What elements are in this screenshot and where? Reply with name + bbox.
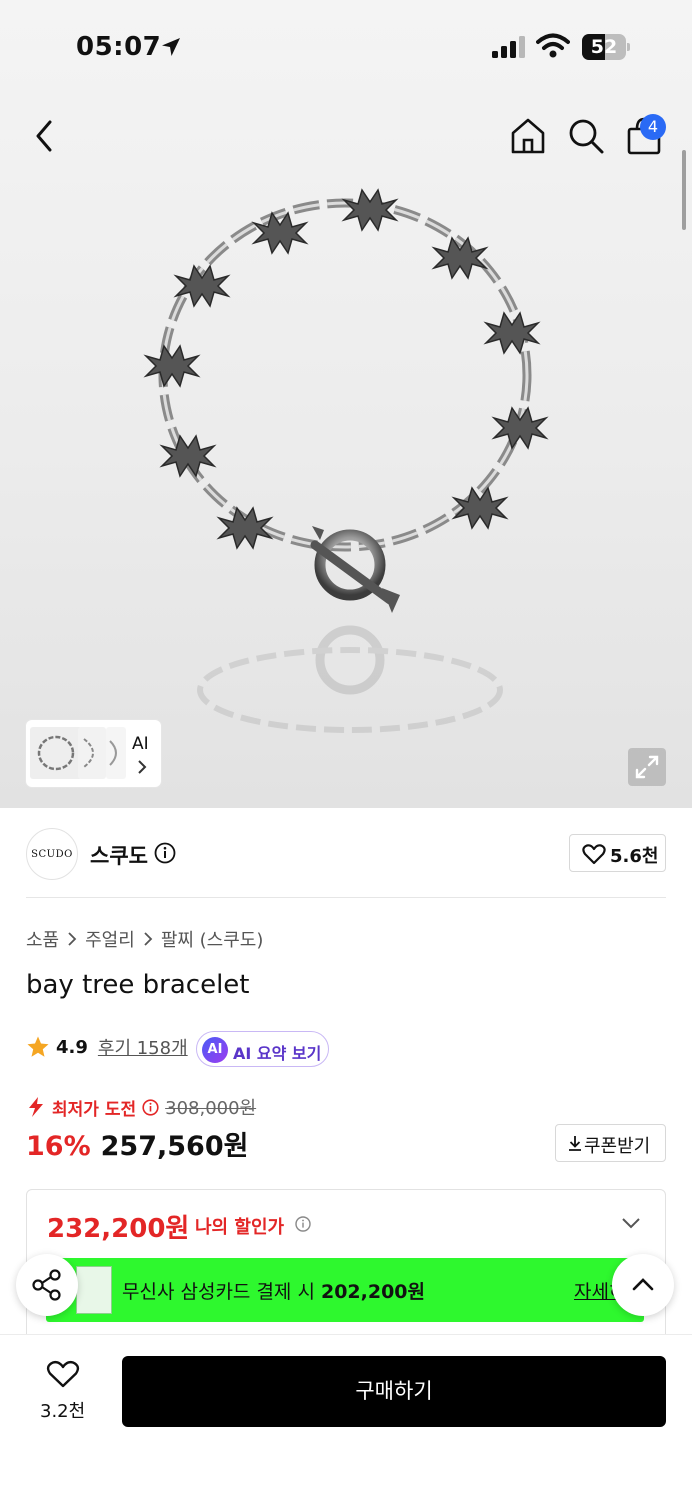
ai-badge-icon: AI [202,1037,228,1063]
original-price: 308,000원 [165,1098,257,1119]
home-icon[interactable] [508,116,548,156]
buy-button[interactable]: 구매하기 [122,1356,666,1427]
product-image-area[interactable]: 05:07 52 4 AI [0,0,692,808]
star-icon [27,1036,49,1057]
lowest-price-challenge: 최저가 도전 308,000원 [26,1094,256,1120]
share-button[interactable] [16,1254,78,1316]
ai-summary-button[interactable]: AI AI 요약 보기 [196,1031,329,1067]
ai-thumbnail-label: AI [132,734,149,754]
brand-logo[interactable]: SCUDO [26,828,78,880]
brand-like-button[interactable]: 5.6천 [569,834,666,872]
samsung-card-image [76,1266,112,1314]
my-discount-price: 232,200원 [47,1214,190,1244]
gallery-thumbnails[interactable]: AI [26,720,161,787]
brand-name[interactable]: 스쿠도 [90,840,148,870]
cart-count-badge: 4 [640,114,666,140]
breadcrumb-item-1[interactable]: 소품 [26,926,59,952]
coupon-label: 쿠폰받기 [584,1136,651,1157]
chevron-down-icon[interactable] [621,1216,641,1230]
card-promo-amount: 202,200원 [320,1281,425,1303]
chevron-up-icon [632,1278,654,1291]
location-arrow-icon [162,38,180,56]
breadcrumb-item-2[interactable]: 주얼리 [85,926,135,952]
breadcrumb-item-3[interactable]: 팔찌 (스쿠도) [161,926,264,952]
scroll-to-top-button[interactable] [612,1254,674,1316]
card-promo-prefix: 무신사 삼성카드 결제 시 [122,1281,321,1303]
chevron-right-icon [68,932,77,946]
bracelet-product-image [143,188,549,733]
battery-percent: 52 [590,36,618,58]
lightning-icon [29,1097,43,1117]
card-promo-banner[interactable]: 무신사 삼성카드 결제 시 202,200원 자세히 [46,1258,644,1322]
brand-row: SCUDO 스쿠도 5.6천 [0,808,692,898]
rating-score: 4.9 [56,1036,88,1058]
info-icon[interactable] [142,1098,159,1116]
wishlist-heart-icon[interactable] [46,1359,80,1389]
heart-icon [582,844,606,865]
wifi-icon [536,33,570,58]
status-bar: 05:07 52 [0,28,692,68]
sale-price: 257,560원 [100,1131,249,1162]
search-icon[interactable] [566,116,606,156]
breadcrumb: 소품 주얼리 팔찌 (스쿠도) [26,926,263,952]
my-discount-label: 나의 할인가 [195,1217,285,1238]
product-title: bay tree bracelet [26,970,250,1000]
status-time: 05:07 [76,32,162,62]
discount-rate: 16% [26,1131,91,1162]
thumbnail-2[interactable] [78,727,106,779]
bottom-action-bar: 3.2천 구매하기 [0,1334,692,1500]
price-row: 16% 257,560원 [26,1124,248,1163]
review-count-link[interactable]: 후기 158개 [98,1034,188,1060]
wishlist-count: 3.2천 [40,1401,86,1422]
chevron-right-icon [138,760,147,774]
thumbnail-3[interactable] [106,727,126,779]
download-icon [569,1136,581,1151]
cellular-signal-icon [492,36,525,58]
card-promo-text: 무신사 삼성카드 결제 시 202,200원 [122,1277,425,1304]
brand-like-count: 5.6천 [610,846,659,867]
thumbnail-1[interactable] [30,727,82,779]
share-icon [32,1269,61,1301]
rating-row: 4.9 후기 158개 [26,1034,188,1060]
info-icon[interactable] [154,842,176,864]
back-arrow-icon[interactable] [30,118,62,154]
expand-icon [635,755,659,779]
coupon-button[interactable]: 쿠폰받기 [555,1124,666,1162]
expand-image-button[interactable] [628,748,666,786]
challenge-label: 최저가 도전 [52,1099,137,1120]
divider [26,897,666,898]
chevron-right-icon [144,932,153,946]
battery-indicator: 52 [582,34,630,60]
ai-summary-label: AI 요약 보기 [233,1044,322,1063]
info-icon[interactable] [295,1216,311,1232]
scrollbar[interactable] [682,150,686,230]
